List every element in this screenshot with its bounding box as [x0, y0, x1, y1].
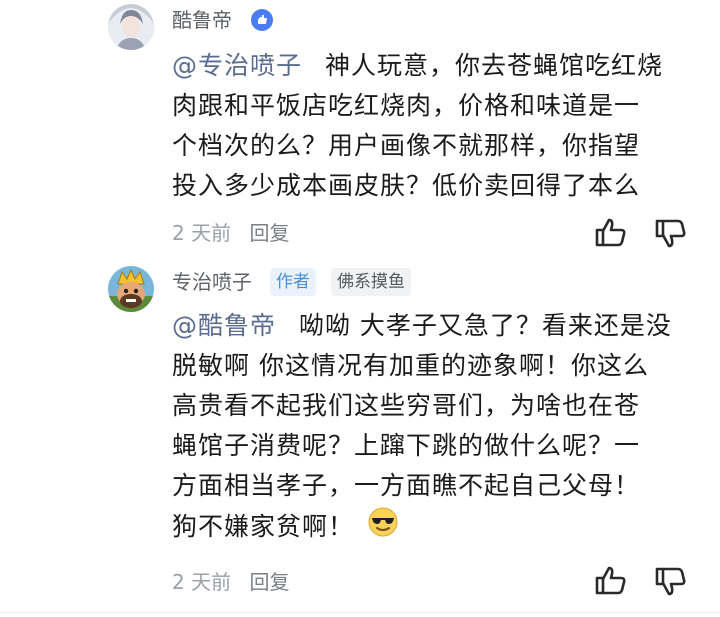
comment-text-line: 脱敏啊 你这情况有加重的迹象啊！你这么 [172, 351, 649, 380]
comment-text-line: 方面相当孝子，一方面瞧不起自己父母！ [172, 471, 641, 500]
avatar[interactable] [108, 4, 154, 50]
comment-body: @酷鲁帝 呦呦 大孝子又急了？看来还是没 脱敏啊 你这情况有加重的迹象啊！你这么… [172, 306, 692, 546]
comment-text-line: 蝇馆子消费呢？上蹿下跳的做什么呢？一 [172, 431, 641, 460]
comment-author[interactable]: 专治喷子 [172, 270, 252, 294]
avatar[interactable] [108, 266, 154, 312]
comment-text-line: 高贵看不起我们这些穷哥们，为啥也在苍 [172, 391, 641, 420]
comment-text-line: 狗不嫌家贫啊！ [172, 512, 355, 541]
comment-meta: 2 天前 回复 [172, 570, 289, 594]
verified-badge-icon [251, 9, 273, 31]
comment-meta: 2 天前 回复 [172, 221, 289, 245]
timestamp: 2 天前 [172, 221, 232, 245]
comment-text-line: 呦呦 大孝子又急了？看来还是没 [298, 311, 672, 340]
reply-button[interactable]: 回复 [249, 570, 289, 594]
divider [0, 612, 720, 613]
mention-link[interactable]: @酷鲁帝 [172, 311, 276, 340]
reply-button[interactable]: 回复 [249, 221, 289, 245]
group-tag[interactable]: 佛系摸鱼 [331, 268, 411, 296]
author-tag: 作者 [270, 268, 316, 296]
dislike-icon[interactable] [654, 564, 688, 598]
like-icon[interactable] [594, 216, 628, 250]
comment-author[interactable]: 酷鲁帝 [172, 8, 232, 32]
like-icon[interactable] [594, 564, 628, 598]
comment-body: @专治喷子 神人玩意，你去苍蝇馆吃红烧 肉跟和平饭店吃红烧肉，价格和味道是一 个… [172, 46, 692, 206]
timestamp: 2 天前 [172, 570, 232, 594]
mention-link[interactable]: @专治喷子 [172, 51, 302, 80]
comment-text-line: 肉跟和平饭店吃红烧肉，价格和味道是一 [172, 91, 641, 120]
comment-text-line: 神人玩意，你去苍蝇馆吃红烧 [324, 51, 663, 80]
dislike-icon[interactable] [654, 216, 688, 250]
comment-text-line: 个档次的么？用户画像不就那样，你指望 [172, 131, 641, 160]
sunglasses-emoji-icon [367, 506, 399, 550]
comment-text-line: 投入多少成本画皮肤？低价卖回得了本么 [172, 171, 641, 200]
